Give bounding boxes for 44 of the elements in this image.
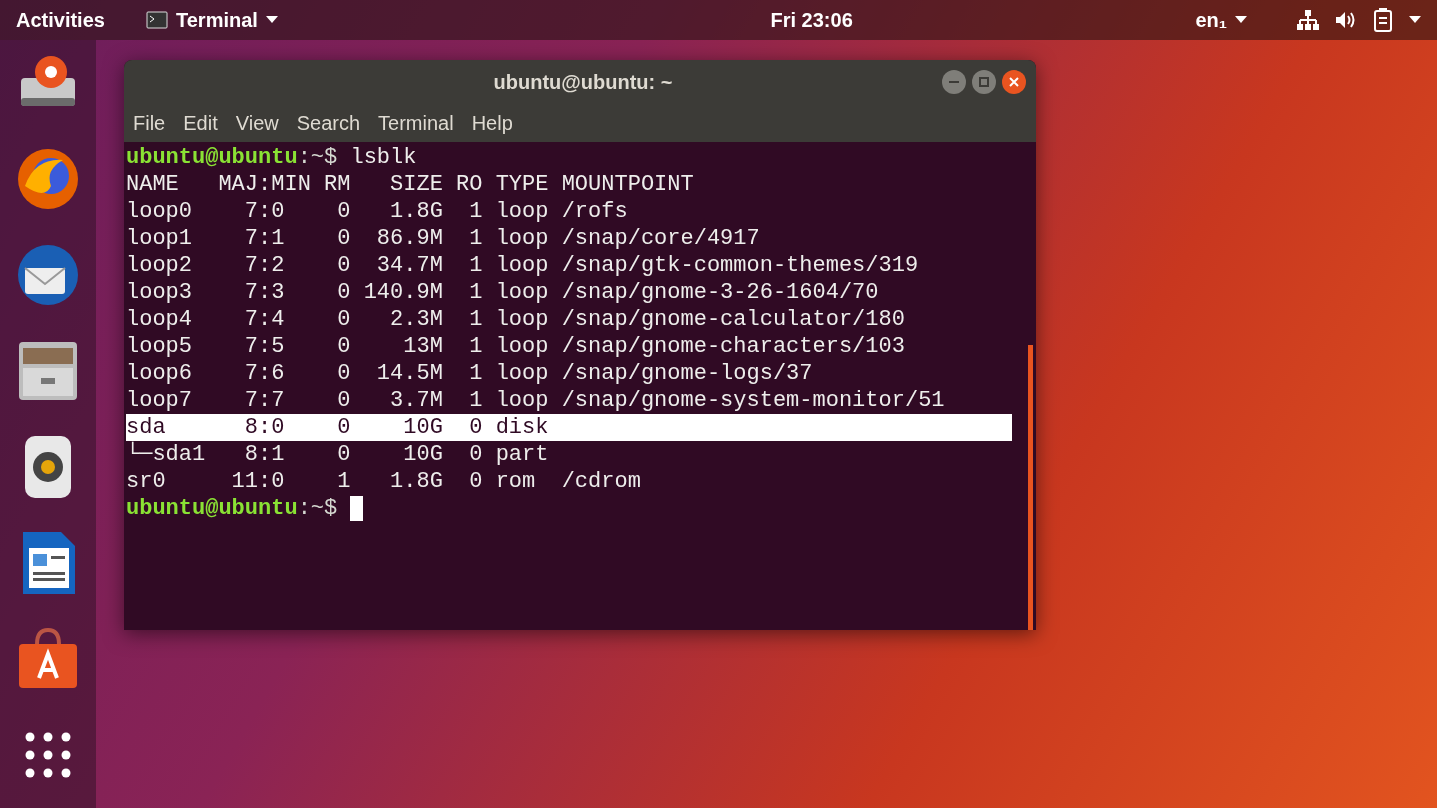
output-line: sr0 11:0 1 1.8G 0 rom /cdrom [126, 468, 642, 495]
output-line: loop4 7:4 0 2.3M 1 loop /snap/gnome-calculator/180 [126, 306, 906, 333]
activities-button[interactable]: Activities [16, 5, 146, 35]
close-icon [1009, 77, 1019, 87]
menu-item[interactable]: Terminal [377, 108, 455, 138]
prompt-user-host: ubuntu@ubuntu [126, 495, 298, 522]
output-line: loop5 7:5 0 13M 1 loop /snap/gnome-characters/103 [126, 333, 906, 360]
volume-icon [1335, 10, 1357, 30]
menu-item[interactable]: Help [470, 108, 514, 138]
text-cursor [350, 496, 364, 521]
app-menu[interactable]: Terminal [146, 5, 278, 35]
menu-item[interactable]: Search [295, 108, 362, 138]
close-button[interactable] [1002, 70, 1026, 94]
caret-icon [265, 16, 278, 24]
output-line: NAME MAJ:MIN RM SIZE RO TYPE MOUNTPOINT [126, 171, 695, 198]
output-line: loop2 7:2 0 34.7M 1 loop /snap/gtk-common-themes/319 [126, 252, 920, 279]
menu-item[interactable]: File [132, 108, 167, 138]
scrollbar-thumb[interactable] [1028, 345, 1033, 630]
menu-item[interactable]: Edit [182, 108, 219, 138]
network-icon [1297, 9, 1319, 31]
minimize-button[interactable] [942, 70, 966, 94]
command-text: lsblk [349, 145, 417, 170]
globe-icon[interactable] [15, 146, 81, 212]
battery-icon [1373, 8, 1393, 32]
output-line: loop6 7:6 0 14.5M 1 loop /snap/gnome-logs/37 [126, 360, 814, 387]
system-menu[interactable] [1297, 8, 1421, 32]
prompt-path: :~$ [297, 145, 338, 170]
caret-icon [1409, 16, 1421, 24]
menu-item[interactable]: View [234, 108, 280, 138]
output-line: loop7 7:7 0 3.7M 1 loop /snap/gnome-system-monitor/51 [126, 387, 946, 414]
input-source-menu[interactable]: en₁ [1195, 5, 1247, 35]
output-line: loop3 7:3 0 140.9M 1 loop /snap/gnome-3-26-1604/70 [126, 279, 880, 306]
caret-icon [1235, 16, 1247, 24]
output-line: loop0 7:0 0 1.8G 1 loop /rofs [126, 198, 629, 225]
prompt-path: :~$ [297, 495, 338, 522]
output-line: loop1 7:1 0 86.9M 1 loop /snap/core/4917 [126, 225, 761, 252]
clock[interactable]: Fri 23:06 [770, 5, 853, 35]
output-line: └─sda1 8:1 0 10G 0 part [126, 441, 550, 468]
mail-bird-icon[interactable] [15, 242, 81, 308]
prompt-user-host: ubuntu@ubuntu [126, 145, 298, 170]
window-title: ubuntu@ubuntu: ~ [492, 70, 673, 95]
terminal-icon [146, 11, 168, 29]
app-grid-icon[interactable] [23, 730, 73, 780]
maximize-button[interactable] [972, 70, 996, 94]
